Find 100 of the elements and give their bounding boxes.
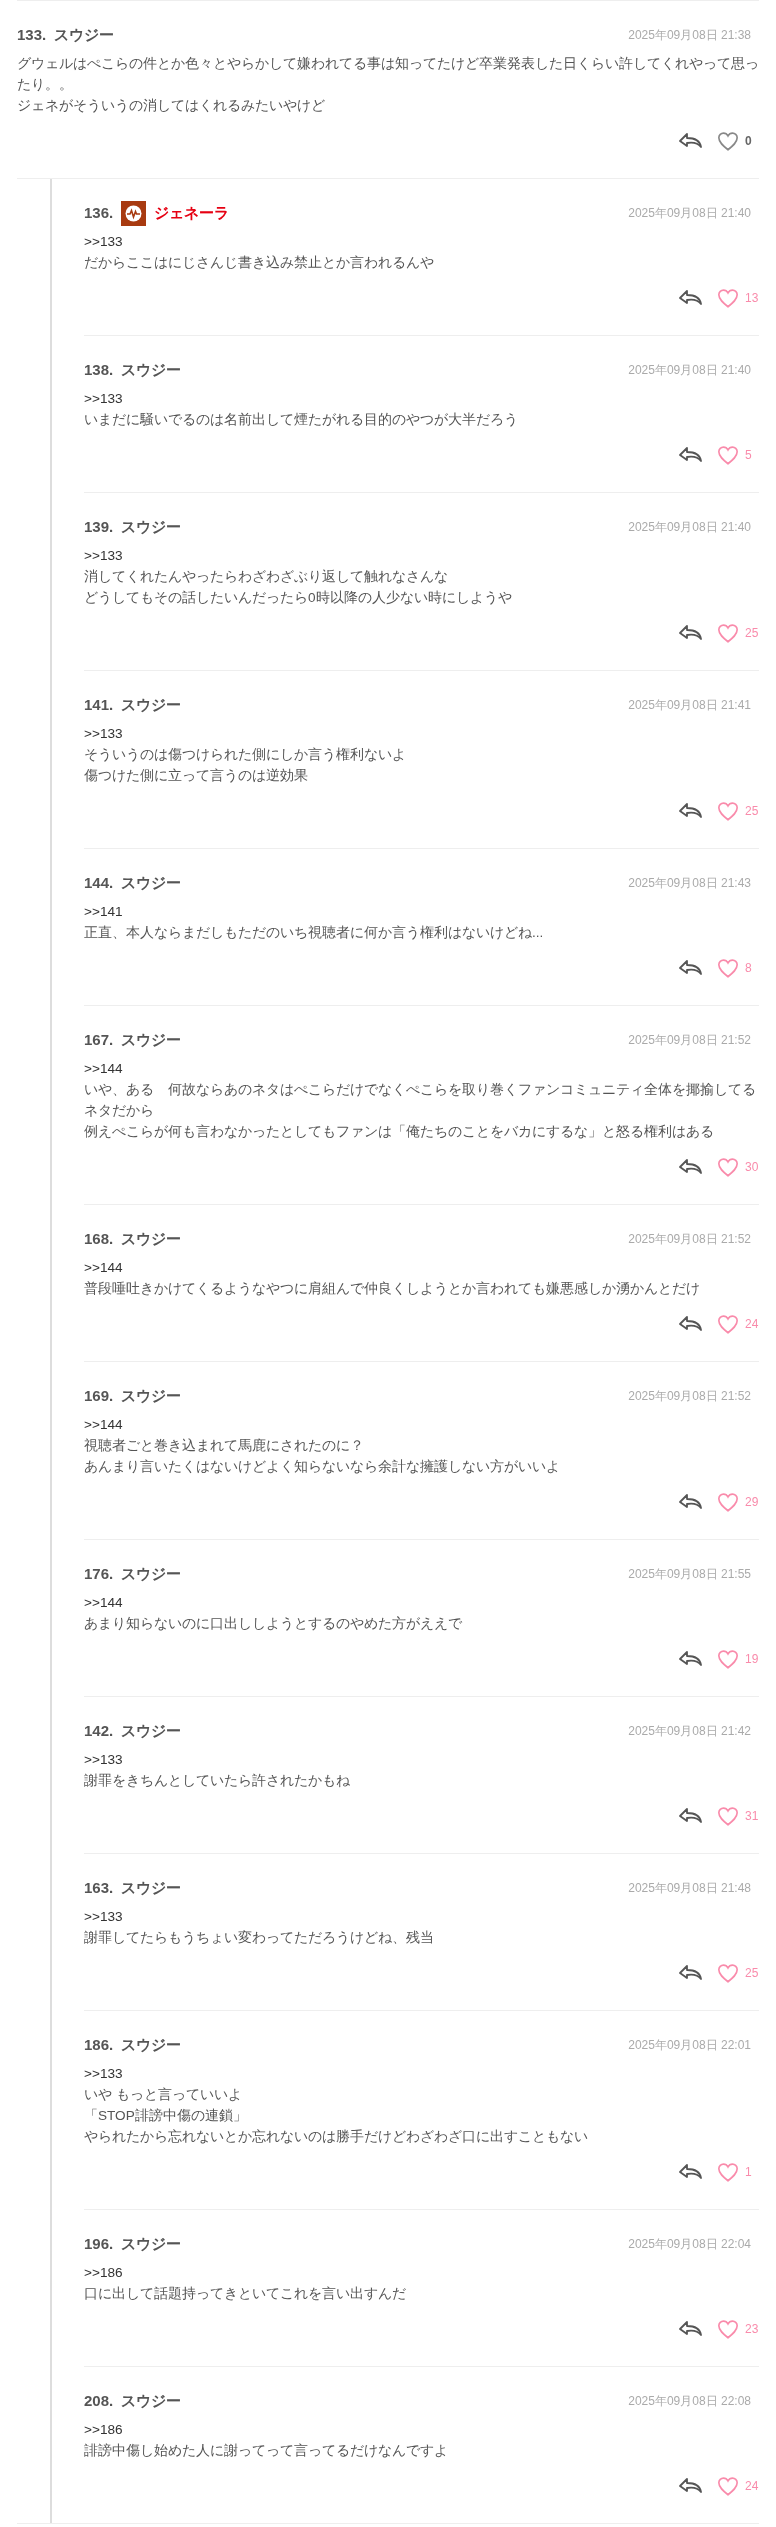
comment-number: 196. — [84, 2233, 114, 2254]
reply-icon[interactable] — [678, 2477, 703, 2495]
comment-number: 142. — [84, 1720, 114, 1741]
author-name: スウジー — [121, 359, 182, 380]
quote-link[interactable]: >>144 — [84, 1257, 759, 1278]
reply-icon[interactable] — [678, 802, 703, 820]
comment-text: 口に出して話題持ってきといてこれを言い出すんだ — [84, 2285, 407, 2303]
reply-icon[interactable] — [678, 1964, 703, 1982]
reply-icon[interactable] — [678, 2163, 703, 2181]
reply-icon[interactable] — [678, 289, 703, 307]
quote-link[interactable]: >>186 — [84, 2419, 759, 2440]
reply-icon[interactable] — [678, 1315, 703, 1333]
author-name: スウジー — [121, 694, 182, 715]
comment-number: 168. — [84, 1228, 114, 1249]
like-count: 31 — [745, 1808, 759, 1825]
quote-link[interactable]: >>133 — [84, 1749, 759, 1770]
timestamp: 2025年09月08日 21:42 — [628, 1723, 751, 1740]
timestamp: 2025年09月08日 21:48 — [628, 1880, 751, 1897]
author-name: スウジー — [121, 1720, 182, 1741]
comment-number: 133. — [17, 24, 47, 45]
like-count: 25 — [745, 1965, 759, 1982]
comment-text: だからここはにじさんじ書き込み禁止とか言われるんや — [84, 254, 435, 272]
author-name: スウジー — [121, 1563, 182, 1584]
reply-icon[interactable] — [678, 959, 703, 977]
timestamp: 2025年09月08日 21:41 — [628, 697, 751, 714]
timestamp: 2025年09月08日 22:01 — [628, 2037, 751, 2054]
timestamp: 2025年09月08日 22:08 — [628, 2393, 751, 2410]
comment-text: いや もっと言っていいよ — [84, 2086, 243, 2104]
comment-text: 消してくれたんやったらわざわざぶり返して触れなさんな — [84, 568, 449, 586]
author-name: スウジー — [121, 2034, 182, 2055]
like-count: 1 — [745, 2164, 753, 2181]
comment-text: あんまり言いたくはないけどよく知らないなら余計な擁護しない方がいいよ — [84, 1458, 561, 1476]
author-name: スウジー — [121, 2390, 182, 2411]
quote-link[interactable]: >>133 — [84, 231, 759, 252]
timestamp: 2025年09月08日 21:52 — [628, 1032, 751, 1049]
comment-text: そういうのは傷つけられた側にしか言う権利ないよ — [84, 746, 407, 764]
author-name: スウジー — [121, 1877, 182, 1898]
quote-link[interactable]: >>144 — [84, 1058, 759, 1079]
like-count: 8 — [745, 960, 753, 977]
reply-icon[interactable] — [678, 624, 703, 642]
comment-number: 141. — [84, 694, 114, 715]
reply-icon[interactable] — [678, 1807, 703, 1825]
comment-text: 謝罪をきちんとしていたら許されたかもね — [84, 1772, 351, 1790]
like-count: 19 — [745, 1651, 759, 1668]
comment-text: 視聴者ごと巻き込まれて馬鹿にされたのに？ — [84, 1437, 365, 1455]
quote-link[interactable]: >>133 — [84, 388, 759, 409]
quote-link[interactable]: >>133 — [84, 545, 759, 566]
quote-link[interactable]: >>141 — [84, 901, 759, 922]
timestamp: 2025年09月08日 21:38 — [628, 27, 751, 44]
like-count: 24 — [745, 2478, 759, 2495]
comment-text: 傷つけた側に立って言うのは逆効果 — [84, 767, 309, 785]
comment-number: 176. — [84, 1563, 114, 1584]
timestamp: 2025年09月08日 21:55 — [628, 1566, 751, 1583]
comment-number: 139. — [84, 516, 114, 537]
author-name: スウジー — [121, 872, 182, 893]
like-count: 25 — [745, 625, 759, 642]
comment-text: あまり知らないのに口出ししようとするのやめた方がええで — [84, 1615, 463, 1633]
reply-icon[interactable] — [678, 446, 703, 464]
comment-text: どうしてもその話したいんだったら0時以降の人少ない時にしようや — [84, 589, 513, 607]
like-count: 5 — [745, 447, 753, 464]
comment-text: ジェネがそういうの消してはくれるみたいやけど — [17, 97, 326, 115]
timestamp: 2025年09月08日 21:40 — [628, 362, 751, 379]
comment-text: いまだに騒いでるのは名前出して煙たがれる目的のやつが大半だろう — [84, 411, 519, 429]
comment-number: 144. — [84, 872, 114, 893]
like-count: 25 — [745, 803, 759, 820]
timestamp: 2025年09月08日 21:40 — [628, 205, 751, 222]
comment-text: 普段唾吐きかけてくるようなやつに肩組んで仲良くしようとか言われても嫌悪感しか湧かんとだけ — [84, 1280, 701, 1298]
author-name: スウジー — [121, 516, 182, 537]
quote-link[interactable]: >>133 — [84, 723, 759, 744]
timestamp: 2025年09月08日 21:52 — [628, 1231, 751, 1248]
timestamp: 2025年09月08日 21:43 — [628, 875, 751, 892]
timestamp: 2025年09月08日 21:52 — [628, 1388, 751, 1405]
comment-text: 正直、本人ならまだしもただのいち視聴者に何か言う権利はないけどね... — [84, 924, 545, 942]
comment-text: 誹謗中傷し始めた人に謝ってって言ってるだけなんですよ — [84, 2442, 449, 2460]
quote-link[interactable]: >>133 — [84, 1906, 759, 1927]
quote-link[interactable]: >>133 — [84, 2063, 759, 2084]
comment-number: 208. — [84, 2390, 114, 2411]
quote-link[interactable]: >>144 — [84, 1592, 759, 1613]
quote-link[interactable]: >>186 — [84, 2262, 759, 2283]
author-name: スウジー — [121, 1228, 182, 1249]
like-count: 30 — [745, 1159, 759, 1176]
like-count: 23 — [745, 2321, 759, 2338]
comment-number: 186. — [84, 2034, 114, 2055]
comment-text: やられたから忘れないとか忘れないのは勝手だけどわざわざ口に出すこともない — [84, 2128, 589, 2146]
avatar-icon — [121, 200, 147, 226]
reply-icon[interactable] — [678, 2320, 703, 2338]
comment-text: 「STOP誹謗中傷の連鎖」 — [84, 2107, 248, 2125]
timestamp: 2025年09月08日 21:40 — [628, 519, 751, 536]
reply-icon[interactable] — [678, 1493, 703, 1511]
author-name: スウジー — [121, 2233, 182, 2254]
reply-icon[interactable] — [678, 1650, 703, 1668]
reply-icon[interactable] — [678, 132, 703, 150]
author-name: ジェネーラ — [154, 202, 230, 223]
author-name: スウジー — [121, 1385, 182, 1406]
comment-number: 136. — [84, 202, 114, 223]
quote-link[interactable]: >>144 — [84, 1414, 759, 1435]
comment-text: グウェルはぺこらの件とか色々とやらかして嫌われてる事は知ってたけど卒業発表した日くらい許してくれやって思ったり。。 — [17, 55, 759, 94]
heart-icon[interactable] — [717, 130, 739, 152]
reply-icon[interactable] — [678, 1158, 703, 1176]
comment-number: 169. — [84, 1385, 114, 1406]
